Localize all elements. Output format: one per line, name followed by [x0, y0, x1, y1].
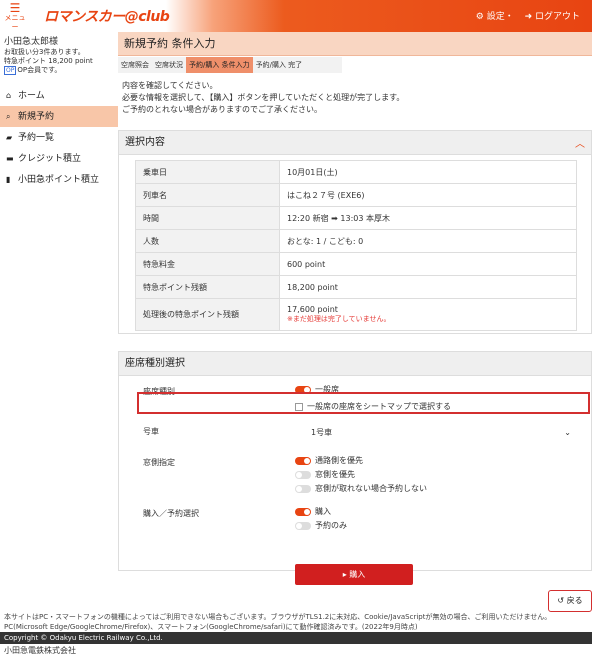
breadcrumb-step: 空席状況	[155, 61, 183, 69]
window-pref-row: 窓側指定 通路側を優先 窓側を優先 窓側が取れない場合予約しない	[143, 455, 427, 495]
seat-type-panel: 座席種別選択 座席種別 一般席 一般席の座席をシートマップで選択する 号車 1号…	[118, 351, 592, 571]
company-name: 小田急電鉄株式会社	[4, 646, 76, 655]
chevron-down-icon: ⌄	[564, 428, 571, 437]
wallet-icon: ▮	[6, 175, 11, 184]
page-title: 新規予約 条件入力	[118, 32, 592, 56]
search-icon: ⌕	[6, 112, 11, 121]
table-row: 乗車日 10月01日(土)	[135, 160, 577, 184]
main-content: 新規予約 条件入力 空席照会 空席状況 予約/購入 条件入力 予約/購入 完了 内容を…	[118, 32, 592, 585]
card-icon: ▬	[6, 154, 14, 163]
summary-table: 乗車日 10月01日(土) 列車名 はこね２７号 (EXE6) 時間 12:20 新宿…	[135, 160, 577, 331]
table-row: 特急料金 600 point	[135, 252, 577, 276]
table-row: 特急ポイント残額 18,200 point	[135, 275, 577, 299]
table-row: 列車名 はこね２７号 (EXE6)	[135, 183, 577, 207]
sidebar-item-home[interactable]: ⌂ ホーム	[0, 85, 118, 106]
site-logo[interactable]: ロマンスカー@club	[44, 6, 170, 26]
header: ☰ メニュー ロマンスカー@club ⚙ 設定・ ➜ ログアウト	[0, 0, 592, 32]
reserve-only-toggle[interactable]: 予約のみ	[295, 520, 347, 532]
purchase-type-row: 購入／予約選択 購入 予約のみ	[143, 506, 347, 532]
warning-text: ※まだ処理は完了していません。	[287, 315, 391, 323]
window-priority-toggle[interactable]: 窓側を優先	[295, 469, 355, 481]
back-button[interactable]: ↺ 戻る	[548, 590, 592, 612]
sidebar-item-new-reservation[interactable]: ⌕ 新規予約	[0, 106, 118, 127]
table-row: 時間 12:20 新宿 ➡ 13:03 本厚木	[135, 206, 577, 230]
purchase-toggle[interactable]: 購入	[295, 506, 331, 518]
sidebar-nav: ⌂ ホーム ⌕ 新規予約 ▰ 予約一覧 ▬ クレジット積立 ▮ 小田急ポイント積立	[0, 85, 118, 190]
op-badge: OP	[4, 66, 17, 75]
buy-button[interactable]: ▸ 購入	[295, 564, 413, 585]
breadcrumb-step: 空席照会	[121, 61, 149, 69]
settings-menu[interactable]: ⚙ 設定・	[476, 12, 514, 22]
instructions: 内容を確認してください。 必要な情報を選択して、【購入】ボタンを押していただくと処…	[122, 81, 405, 114]
breadcrumb-step: 予約/購入 完了	[255, 61, 303, 69]
table-row: 処理後の特急ポイント残額 17,600 point ※まだ処理は完了していません。	[135, 298, 577, 331]
selection-summary-panel: 選択内容 ︿ 乗車日 10月01日(土) 列車名 はこね２７号 (EXE6) 時間 1…	[118, 130, 592, 334]
sidebar-item-points[interactable]: ▮ 小田急ポイント積立	[0, 169, 118, 190]
copyright: Copyright © Odakyu Electric Railway Co.,…	[0, 632, 592, 644]
aisle-priority-toggle[interactable]: 通路側を優先	[295, 455, 363, 467]
sidebar-item-credit[interactable]: ▬ クレジット積立	[0, 148, 118, 169]
hamburger-icon: ☰	[9, 1, 21, 15]
chevron-up-icon[interactable]: ︿	[575, 135, 585, 150]
car-number-highlight	[137, 392, 590, 414]
menu-button[interactable]: ☰ メニュー	[4, 1, 26, 32]
window-only-toggle[interactable]: 窓側が取れない場合予約しない	[295, 483, 427, 495]
car-number-row: 号車 1号車 ⌄	[135, 423, 577, 443]
home-icon: ⌂	[6, 91, 12, 100]
logout-link[interactable]: ➜ ログアウト	[525, 12, 580, 22]
table-row: 人数 おとな: 1 / こども: 0	[135, 229, 577, 253]
panel-heading: 座席種別選択	[119, 352, 591, 376]
breadcrumb-step-current: 予約/購入 条件入力	[186, 57, 253, 73]
breadcrumb: 空席照会 空席状況 予約/購入 条件入力 予約/購入 完了	[118, 57, 342, 73]
footer-note: 本サイトはPC・スマートフォンの機種によってはご利用できない場合もございます。ブ…	[4, 613, 552, 631]
user-info: 小田急太郎様 お取扱い分3件あります。 特急ポイント 18,200 point …	[4, 37, 93, 75]
folder-icon: ▰	[6, 133, 13, 142]
panel-heading: 選択内容	[119, 131, 591, 155]
sidebar: 小田急太郎様 お取扱い分3件あります。 特急ポイント 18,200 point …	[0, 32, 118, 605]
car-number-select[interactable]: 1号車 ⌄	[311, 426, 581, 440]
sidebar-item-reservation-list[interactable]: ▰ 予約一覧	[0, 127, 118, 148]
